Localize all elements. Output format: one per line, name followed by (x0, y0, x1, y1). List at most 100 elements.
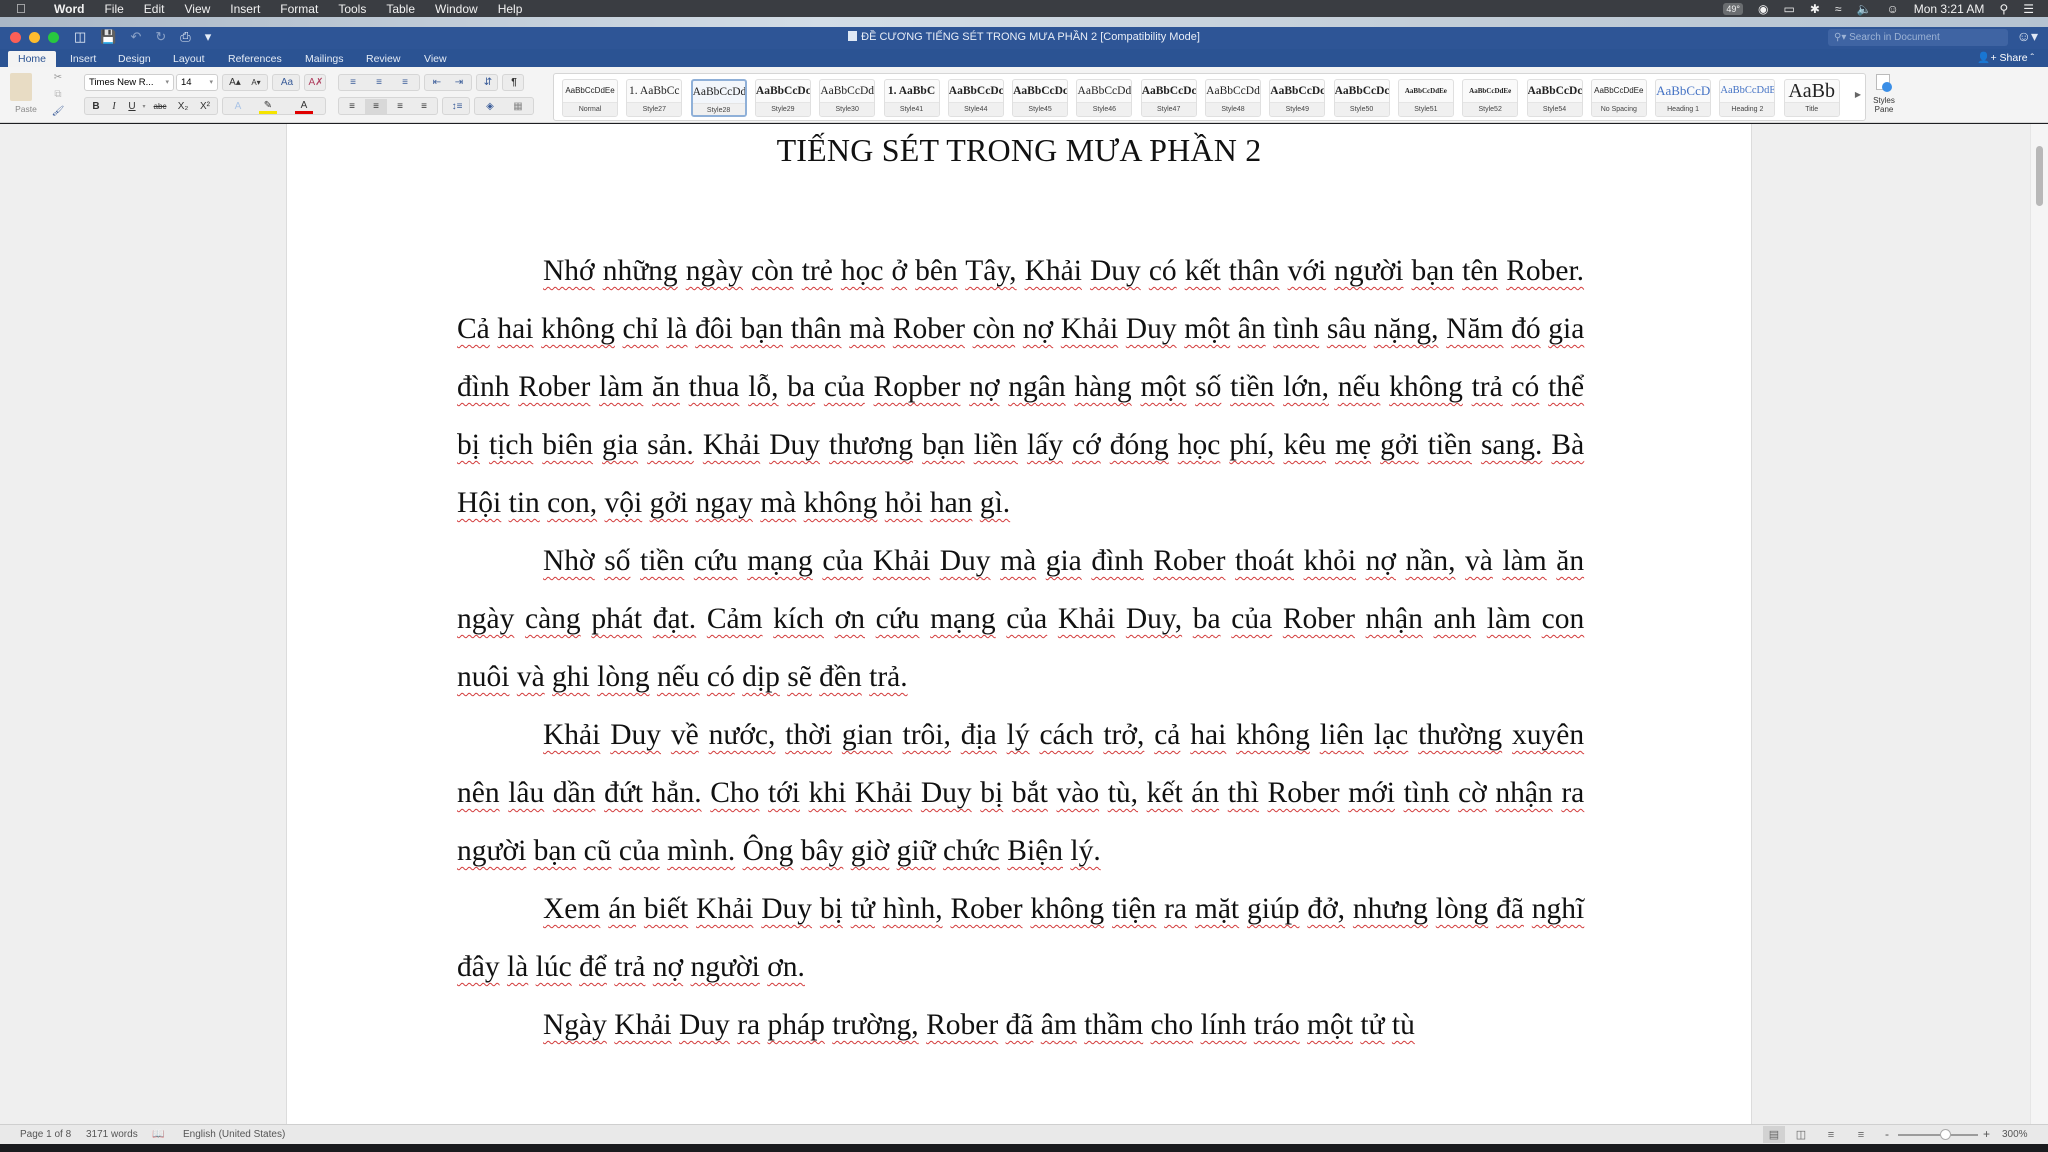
zoom-level[interactable]: 300% (2002, 1129, 2028, 1140)
shading-icon[interactable]: ◈ (479, 99, 501, 114)
style-heading-1[interactable]: AaBbCcD Heading 1 (1655, 79, 1712, 117)
proofing-icon[interactable]: 📖 (152, 1129, 164, 1140)
draft-view-icon[interactable]: ≡ (1850, 1126, 1872, 1143)
font-color-icon[interactable]: A (295, 99, 313, 114)
format-painter-icon[interactable]: 🖌 (50, 104, 66, 118)
word-count[interactable]: 3171 words (86, 1129, 138, 1140)
show-formatting-marks-icon[interactable]: ¶ (504, 75, 524, 90)
menu-file[interactable]: File (104, 2, 123, 16)
style-style48[interactable]: AaBbCcDd Style48 (1205, 79, 1261, 117)
language[interactable]: English (United States) (183, 1129, 285, 1140)
borders-icon[interactable]: ▦ (507, 99, 529, 114)
decrease-indent-icon[interactable]: ⇤ (427, 75, 447, 90)
bluetooth-icon[interactable]: ✱ (1810, 2, 1820, 16)
style-style51[interactable]: AaBbCcDdEe Style51 (1397, 79, 1454, 117)
temperature-widget[interactable]: 49° (1723, 2, 1744, 15)
menu-table[interactable]: Table (386, 2, 415, 16)
cut-icon[interactable]: ✂ (50, 70, 66, 84)
print-layout-view-icon[interactable]: ▤ (1763, 1126, 1785, 1143)
clock[interactable]: Mon 3:21 AM (1914, 2, 1985, 16)
underline-options-icon[interactable]: ▾ (141, 99, 147, 114)
document-paragraph[interactable]: Ngày Khải Duy ra pháp trường, Rober đã â… (457, 996, 1584, 1054)
align-left-icon[interactable]: ≡ (341, 99, 363, 114)
menu-view[interactable]: View (184, 2, 210, 16)
style-style28[interactable]: AaBbCcDd Style28 (690, 79, 747, 117)
style-style29[interactable]: AaBbCcDc Style29 (754, 79, 811, 117)
clear-formatting-icon[interactable]: A✗ (306, 75, 326, 90)
numbering-icon[interactable]: ≡ (367, 75, 391, 90)
vertical-scrollbar[interactable] (2030, 124, 2048, 1124)
tab-layout[interactable]: Layout (173, 51, 205, 67)
style-style27[interactable]: 1. AaBbCc Style27 (626, 79, 683, 117)
style-style47[interactable]: AaBbCcDc Style47 (1140, 79, 1197, 117)
grow-font-icon[interactable]: A▴ (225, 75, 245, 90)
apple-menu-icon[interactable]:  (16, 1, 28, 16)
style-heading-2[interactable]: AaBbCcDdE Heading 2 (1719, 79, 1776, 117)
document-page[interactable]: TIẾNG SÉT TRONG MƯA PHẦN 2 Nhớ những ngà… (286, 124, 1752, 1124)
document-body[interactable]: Nhớ những ngày còn trẻ học ở bên Tây, Kh… (457, 242, 1584, 1054)
user-icon[interactable]: ☺ (1886, 2, 1898, 16)
wifi-icon[interactable]: ≈ (1835, 2, 1842, 16)
tab-design[interactable]: Design (118, 51, 151, 67)
strikethrough-button[interactable]: abc (149, 99, 171, 114)
shrink-font-icon[interactable]: A▾ (246, 75, 266, 90)
creative-cloud-icon[interactable]: ◉ (1758, 2, 1768, 16)
justify-icon[interactable]: ≡ (413, 99, 435, 114)
zoom-slider[interactable] (1898, 1129, 1978, 1140)
tab-home[interactable]: Home (8, 51, 57, 67)
document-paragraph[interactable]: Nhờ số tiền cứu mạng của Khải Duy mà gia… (457, 532, 1584, 706)
tab-review[interactable]: Review (366, 51, 400, 67)
tab-view[interactable]: View (424, 51, 447, 67)
menu-window[interactable]: Window (435, 2, 478, 16)
document-paragraph[interactable]: Khải Duy về nước, thời gian trôi, địa lý… (457, 706, 1584, 880)
increase-indent-icon[interactable]: ⇥ (449, 75, 469, 90)
bullets-icon[interactable]: ≡ (341, 75, 365, 90)
bold-button[interactable]: B (89, 99, 103, 114)
zoom-in-button[interactable]: + (1983, 1127, 1990, 1141)
style-style52[interactable]: AaBbCcDdEe Style52 (1462, 79, 1519, 117)
airplay-icon[interactable]: ▭ (1784, 2, 1795, 16)
styles-pane-button[interactable]: Styles Pane (1872, 72, 1896, 120)
search-in-document-input[interactable]: ⚲▾ Search in Document (1828, 29, 2008, 46)
tab-insert[interactable]: Insert (70, 51, 96, 67)
font-size-select[interactable]: 14 ▾ (176, 74, 218, 91)
style-style44[interactable]: AaBbCcDc Style44 (947, 79, 1004, 117)
share-button[interactable]: 👤+ Share ˆ (1977, 51, 2034, 64)
document-paragraph[interactable]: Xem án biết Khải Duy bị tử hình, Rober k… (457, 880, 1584, 996)
page-count[interactable]: Page 1 of 8 (20, 1129, 71, 1140)
style-style45[interactable]: AaBbCcDc Style45 (1012, 79, 1069, 117)
superscript-button[interactable]: X² (195, 99, 215, 114)
menu-help[interactable]: Help (498, 2, 523, 16)
tab-references[interactable]: References (228, 51, 282, 67)
line-spacing-icon[interactable]: ↕≡ (445, 99, 469, 114)
style-style49[interactable]: AaBbCcDc Style49 (1269, 79, 1326, 117)
align-center-icon[interactable]: ≡ (365, 99, 387, 114)
change-case-icon[interactable]: Aa (275, 75, 299, 90)
spotlight-search-icon[interactable]: ⚲ (1999, 2, 2008, 16)
font-name-select[interactable]: Times New R... ▾ (84, 74, 174, 91)
menu-word[interactable]: Word (54, 2, 84, 16)
underline-button[interactable]: U (125, 99, 139, 114)
multilevel-list-icon[interactable]: ≡ (393, 75, 417, 90)
tab-mailings[interactable]: Mailings (305, 51, 344, 67)
sort-icon[interactable]: ⇵ (478, 75, 498, 90)
feedback-smiley-icon[interactable]: ☺▾ (2017, 28, 2038, 45)
subscript-button[interactable]: X₂ (173, 99, 193, 114)
highlight-color-icon[interactable]: ✎ (259, 99, 277, 114)
style-no-spacing[interactable]: AaBbCcDdEe No Spacing (1590, 79, 1647, 117)
style-style30[interactable]: AaBbCcDd Style30 (819, 79, 876, 117)
menu-tools[interactable]: Tools (338, 2, 366, 16)
paste-button[interactable]: Paste (6, 103, 46, 115)
web-layout-view-icon[interactable]: ◫ (1790, 1126, 1812, 1143)
style-style50[interactable]: AaBbCcDc Style50 (1333, 79, 1390, 117)
style-style54[interactable]: AaBbCcDc Style54 (1526, 79, 1583, 117)
menu-format[interactable]: Format (280, 2, 318, 16)
copy-icon[interactable]: ⧉ (50, 87, 66, 101)
outline-view-icon[interactable]: ≡ (1820, 1126, 1842, 1143)
zoom-slider-knob[interactable] (1940, 1129, 1952, 1140)
notification-center-icon[interactable]: ☰ (2023, 2, 2034, 16)
document-paragraph[interactable]: Nhớ những ngày còn trẻ học ở bên Tây, Kh… (457, 242, 1584, 532)
style-normal[interactable]: AaBbCcDdEe Normal (562, 79, 618, 117)
zoom-out-button[interactable]: - (1885, 1127, 1889, 1141)
styles-gallery-next-icon[interactable]: ▶ (1853, 87, 1863, 101)
